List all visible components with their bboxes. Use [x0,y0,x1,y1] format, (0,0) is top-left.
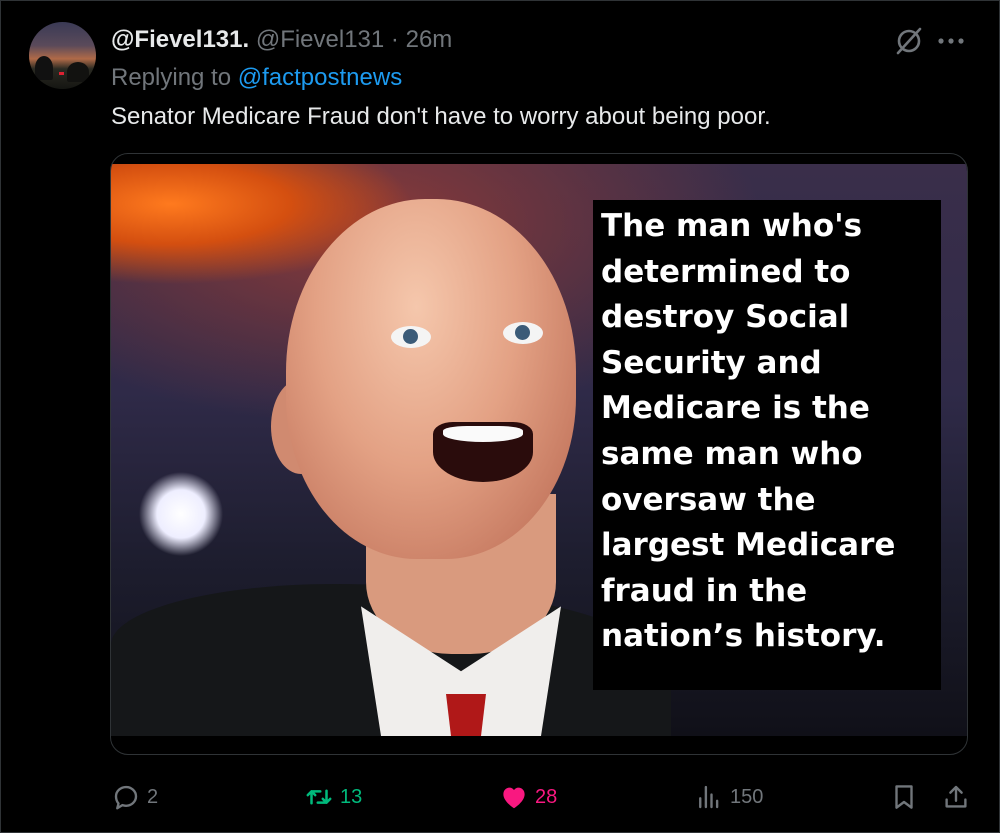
repost-button[interactable]: 13 [304,777,362,817]
reply-count: 2 [147,785,159,808]
more-icon[interactable] [937,37,965,45]
tweet-card[interactable]: @Fievel131. @Fievel131 · 26m Replying to… [0,0,1000,833]
repost-icon [306,789,332,805]
repost-count: 13 [340,785,363,808]
avatar[interactable] [29,22,96,89]
avatar-detail [59,72,64,75]
bookmark-icon [895,785,913,809]
photo-mouth [433,422,533,482]
grok-icon[interactable] [894,26,924,56]
replying-to-handle-link[interactable]: @factpostnews [238,64,402,91]
action-bar: 2 13 28 150 [1,777,1000,817]
share-button[interactable] [941,777,971,817]
photo-eye [391,326,431,348]
like-button[interactable]: 28 [499,777,557,817]
heart-icon [503,787,525,809]
share-icon [945,785,967,808]
view-count: 150 [730,785,764,808]
image-overlay-text: The man who's determined to destroy Soci… [601,208,896,655]
avatar-tree-shape [35,56,53,80]
photo-head [286,199,576,559]
replying-to: Replying to @factpostnews [111,63,402,93]
photo-eye [503,322,543,344]
like-count: 28 [535,785,558,808]
image-caption-box: The man who's determined to destroy Soci… [593,200,941,690]
display-name[interactable]: @Fievel131. [111,26,249,53]
views-icon [699,785,719,809]
bookmark-button[interactable] [889,777,919,817]
tweet-text: Senator Medicare Fraud don't have to wor… [111,103,771,130]
replying-to-label: Replying to [111,64,232,91]
reply-button[interactable]: 2 [111,777,158,817]
timestamp[interactable]: 26m [406,26,453,53]
avatar-tree-shape [67,62,89,82]
user-handle[interactable]: @Fievel131 [256,26,384,53]
separator: · [384,26,406,53]
tweet-header: @Fievel131. @Fievel131 · 26m [111,25,452,55]
views-button[interactable]: 150 [694,777,763,817]
reply-icon [114,785,138,810]
tweet-media-image[interactable]: The man who's determined to destroy Soci… [110,153,968,755]
